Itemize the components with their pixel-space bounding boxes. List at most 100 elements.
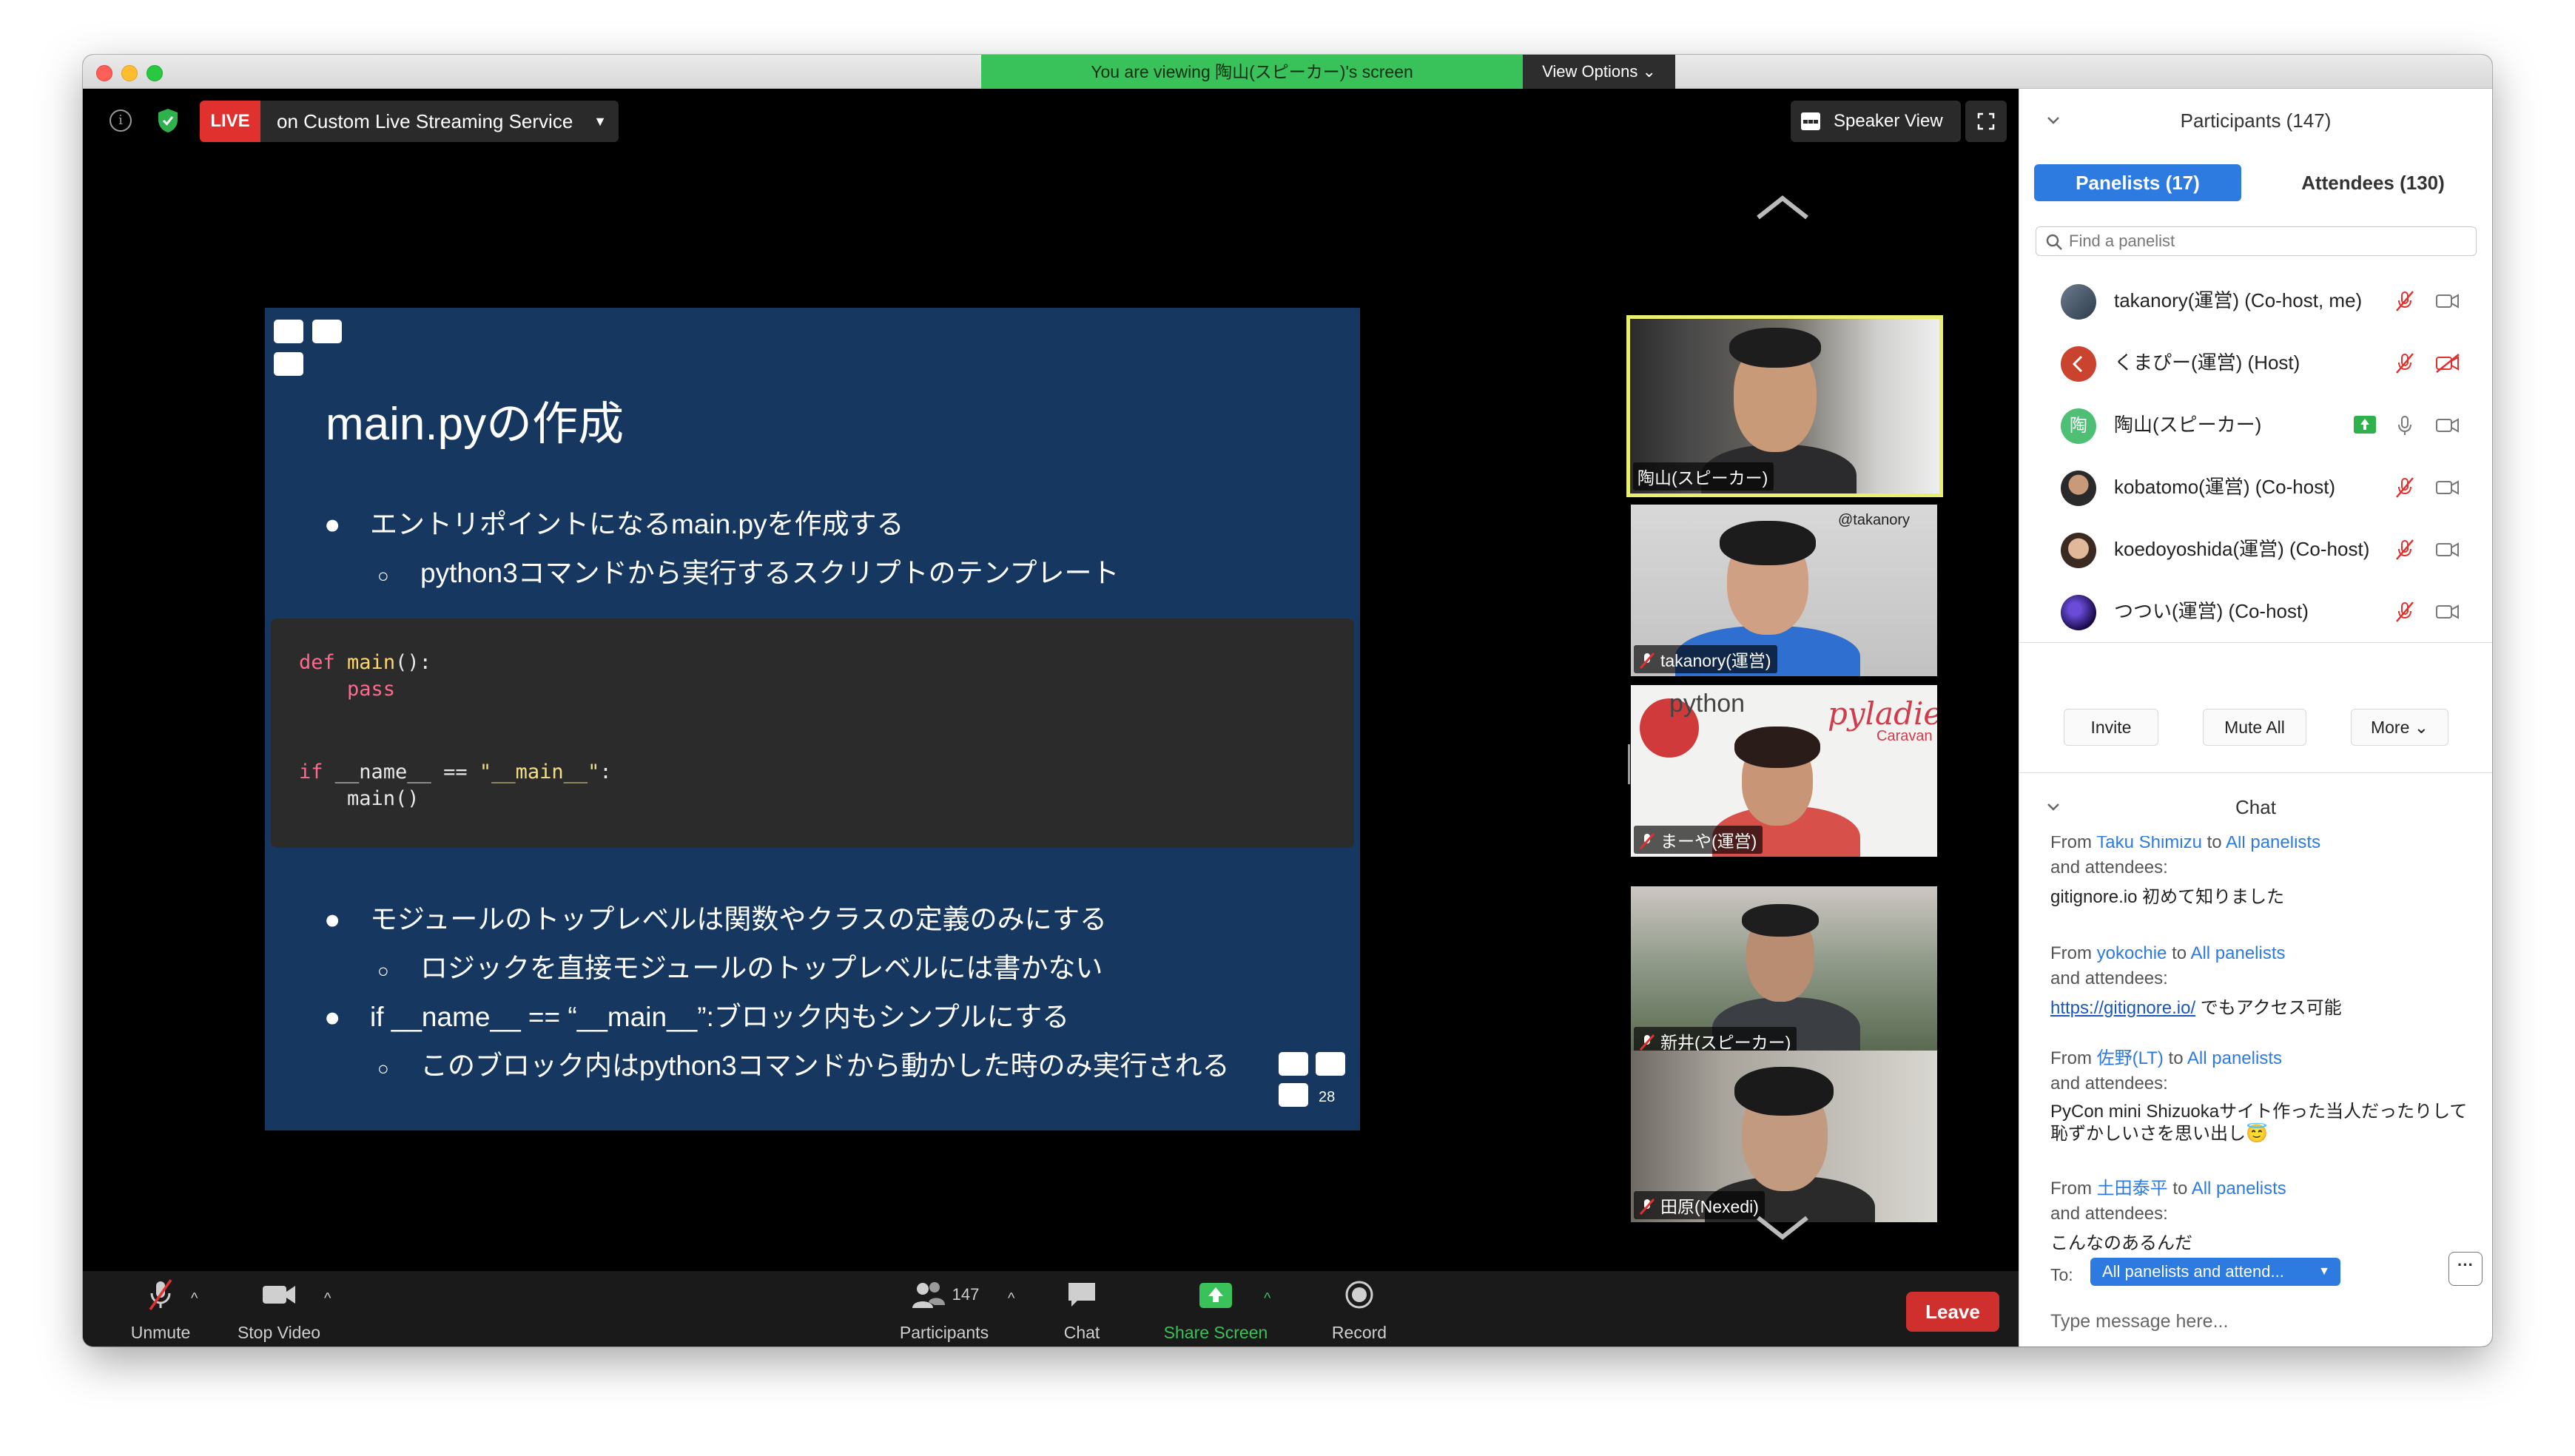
minimize-window-button[interactable] [121, 65, 138, 81]
muted-mic-icon [1639, 652, 1655, 670]
audio-options-caret[interactable]: ^ [191, 1290, 198, 1307]
viewing-screen-banner: You are viewing 陶山(スピーカー)'s screen [981, 55, 1523, 89]
panelist-row[interactable]: takanory(運営) (Co-host, me) [2019, 269, 2492, 331]
muted-microphone-icon[interactable] [2394, 290, 2416, 312]
scroll-down-arrow-icon[interactable] [1755, 1213, 1810, 1243]
video-tile-active-speaker[interactable]: 陶山(スピーカー) [1626, 315, 1943, 497]
find-panelist-input[interactable]: Find a panelist [2036, 226, 2477, 256]
leave-button[interactable]: Leave [1906, 1292, 1999, 1332]
slide-sub-bullet: ○ python3コマンドから実行するスクリプトのテンプレート [377, 550, 1120, 590]
video-options-caret[interactable]: ^ [324, 1290, 331, 1307]
panelist-row[interactable]: 陶 陶山(スピーカー) [2019, 394, 2492, 456]
tab-panelists[interactable]: Panelists (17) [2034, 164, 2241, 201]
slide-bullet: ● モジュールのトップレベルは関数やクラスの定義のみにする [324, 897, 1107, 937]
slide-logo-block [274, 352, 303, 376]
more-options-button[interactable]: ··· [2448, 1252, 2483, 1286]
code-keyword: def [299, 651, 335, 674]
chat-message-header: From 土田泰平 to All panelists [2050, 1176, 2472, 1201]
live-badge[interactable]: LIVE [200, 101, 260, 142]
chat-button[interactable]: Chat [1037, 1277, 1126, 1343]
participant-name-label: 陶山(スピーカー) [1633, 462, 1774, 491]
caret-down-icon: ▼ [593, 114, 607, 129]
avatar [2061, 533, 2096, 568]
slide-logo-block [1279, 1052, 1308, 1076]
fullscreen-button[interactable] [1965, 101, 2007, 142]
chat-link[interactable]: https://gitignore.io/ [2050, 998, 2195, 1018]
video-tile[interactable]: 田原(Nexedi) [1631, 1051, 1937, 1222]
recipient-name[interactable]: All panelists [2226, 836, 2320, 852]
video-off-icon[interactable] [2435, 354, 2460, 373]
background-logo-text: python [1669, 690, 1746, 718]
zoom-window-button[interactable] [147, 65, 163, 81]
live-streaming-dropdown[interactable]: on Custom Live Streaming Service ▼ [260, 101, 619, 142]
recipient-name[interactable]: All panelists [2187, 1048, 2282, 1068]
muted-mic-icon [1639, 832, 1655, 850]
participants-options-caret[interactable]: ^ [1008, 1290, 1014, 1307]
panelist-row[interactable]: koedoyoshida(運営) (Co-host) [2019, 518, 2492, 580]
meeting-toolbar: Unmute ^ Stop Video ^ 147 Participants ^… [83, 1271, 2019, 1347]
caret-down-icon: ▼ [2318, 1265, 2330, 1278]
bullet-dot: ● [324, 904, 341, 934]
recipient-name[interactable]: All panelists [2192, 1179, 2286, 1199]
chat-messages[interactable]: From Taku Shimizu to All panelists and a… [2019, 836, 2492, 1250]
stop-video-button[interactable]: Stop Video [223, 1277, 334, 1343]
avatar: 陶 [2061, 408, 2096, 444]
participant-name-label: 新井(スピーカー) [1660, 1033, 1791, 1052]
participants-button[interactable]: 147 Participants [879, 1277, 1009, 1343]
video-tile[interactable]: 新井(スピーカー) [1631, 886, 1937, 1058]
speaker-view-label: Speaker View [1834, 111, 1943, 131]
speaker-view-button[interactable]: Speaker View [1791, 101, 1961, 142]
video-camera-icon[interactable] [2435, 416, 2460, 435]
mute-all-button[interactable]: Mute All [2203, 709, 2306, 746]
video-camera-icon[interactable] [2435, 291, 2460, 311]
sender-name[interactable]: 佐野(LT) [2097, 1048, 2164, 1068]
muted-microphone-icon[interactable] [2394, 601, 2416, 623]
video-camera-icon[interactable] [2435, 478, 2460, 497]
recipient-name[interactable]: All panelists [2190, 943, 2285, 963]
shield-check-icon[interactable] [157, 108, 179, 133]
muted-microphone-icon[interactable] [2394, 352, 2416, 374]
muted-microphone-icon[interactable] [2394, 539, 2416, 561]
chat-message-text: でもアクセス可能 [2195, 998, 2342, 1018]
view-options-button[interactable]: View Options ⌄ [1523, 55, 1675, 89]
panelist-row[interactable]: くまぴー(運営) (Host) [2019, 331, 2492, 394]
record-button[interactable]: Record [1311, 1277, 1407, 1343]
chat-recipient-dropdown[interactable]: All panelists and attend... ▼ [2090, 1258, 2340, 1286]
sender-name[interactable]: yokochie [2097, 943, 2167, 963]
chevron-left-icon [2072, 355, 2083, 373]
to-label: to [2167, 943, 2191, 963]
video-tile[interactable]: python pyladies Caravan まーや(運営) [1631, 685, 1937, 857]
invite-button[interactable]: Invite [2064, 709, 2158, 746]
background-logo-text: Caravan [1876, 728, 1933, 744]
person-hair [1729, 328, 1821, 368]
close-window-button[interactable] [96, 65, 112, 81]
more-button[interactable]: More ⌄ [2351, 709, 2448, 746]
live-service-label: on Custom Live Streaming Service [277, 110, 573, 132]
panelist-name: kobatomo(運営) (Co-host) [2114, 476, 2336, 498]
side-panel: Participants (147) Panelists (17) Attend… [2019, 89, 2492, 1347]
sender-name[interactable]: Taku Shimizu [2096, 836, 2202, 852]
recipient-tail: and attendees: [2050, 1204, 2168, 1224]
panelist-row[interactable]: つつい(運営) (Co-host) [2019, 580, 2492, 642]
panelist-name: koedoyoshida(運営) (Co-host) [2114, 538, 2370, 560]
video-camera-icon[interactable] [2435, 602, 2460, 621]
scroll-up-arrow-icon[interactable] [1755, 192, 1810, 222]
chat-message-input[interactable]: Type message here... [2050, 1311, 2228, 1332]
participants-label: Participants [899, 1323, 989, 1342]
muted-microphone-icon[interactable] [2394, 476, 2416, 499]
panelist-row[interactable]: kobatomo(運営) (Co-host) [2019, 456, 2492, 518]
unmute-button[interactable]: Unmute [112, 1277, 209, 1343]
person-hair [1742, 904, 1819, 937]
tab-attendees[interactable]: Attendees (130) [2269, 164, 2477, 201]
participant-name-label: まーや(運営) [1660, 832, 1757, 851]
share-screen-button[interactable]: Share Screen [1153, 1277, 1279, 1343]
info-icon[interactable]: i [110, 109, 132, 132]
sender-name[interactable]: 土田泰平 [2097, 1179, 2168, 1199]
participant-name-label: takanory(運営) [1660, 651, 1771, 670]
share-options-caret[interactable]: ^ [1264, 1290, 1270, 1307]
microphone-icon[interactable] [2394, 414, 2416, 437]
share-screen-label: Share Screen [1163, 1323, 1268, 1342]
video-tile[interactable]: @takanory takanory(運営) [1631, 505, 1937, 676]
video-camera-icon[interactable] [2435, 540, 2460, 559]
slide-sub-bullet: ○ このブロック内はpython3コマンドから動かした時のみ実行される [377, 1043, 1230, 1083]
